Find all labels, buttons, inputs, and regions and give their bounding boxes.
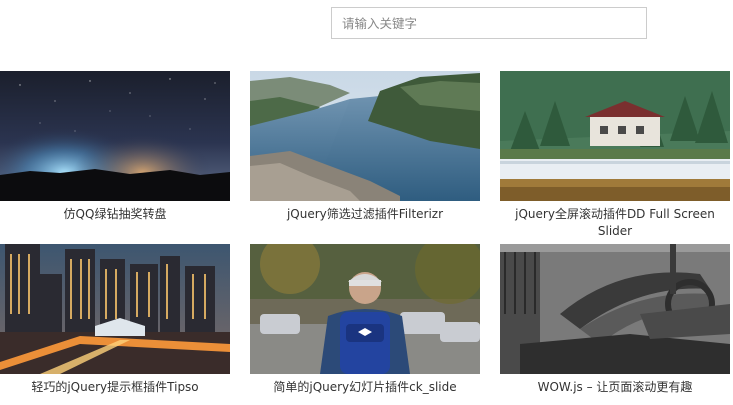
plugin-card[interactable]: jQuery全屏滚动插件DD Full Screen Slider bbox=[500, 71, 730, 240]
plugin-title[interactable]: 仿QQ绿钻抽奖转盘 bbox=[0, 206, 230, 223]
plugin-thumbnail-night-sky[interactable] bbox=[0, 71, 230, 201]
plugin-title[interactable]: WOW.js – 让页面滚动更有趣 bbox=[500, 379, 730, 396]
plugin-card[interactable]: jQuery筛选过滤插件Filterizr bbox=[250, 71, 480, 223]
plugin-card[interactable]: 轻巧的jQuery提示框插件Tipso bbox=[0, 244, 230, 396]
plugin-title[interactable]: jQuery全屏滚动插件DD Full Screen Slider bbox=[500, 206, 730, 240]
plugin-thumbnail-lake-house[interactable] bbox=[500, 71, 730, 201]
plugin-thumbnail-city-night[interactable] bbox=[0, 244, 230, 374]
plugin-thumbnail-backpacker[interactable] bbox=[250, 244, 480, 374]
plugin-title[interactable]: jQuery筛选过滤插件Filterizr bbox=[250, 206, 480, 223]
plugin-title[interactable]: 轻巧的jQuery提示框插件Tipso bbox=[0, 379, 230, 396]
plugin-thumbnail-machinery[interactable] bbox=[500, 244, 730, 374]
plugin-thumbnail-fjord[interactable] bbox=[250, 71, 480, 201]
plugin-card[interactable]: 仿QQ绿钻抽奖转盘 bbox=[0, 71, 230, 223]
plugin-card[interactable]: WOW.js – 让页面滚动更有趣 bbox=[500, 244, 730, 396]
plugin-title[interactable]: 简单的jQuery幻灯片插件ck_slide bbox=[250, 379, 480, 396]
plugin-card[interactable]: 简单的jQuery幻灯片插件ck_slide bbox=[250, 244, 480, 396]
search-input[interactable] bbox=[331, 7, 647, 39]
